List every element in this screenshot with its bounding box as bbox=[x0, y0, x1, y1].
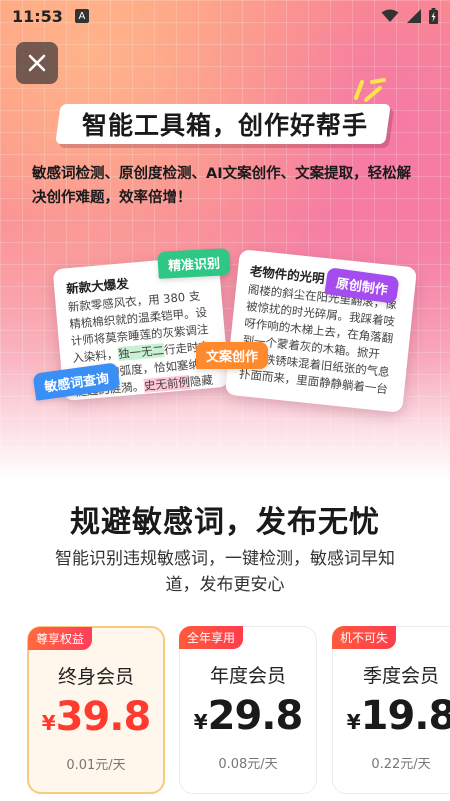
plan-currency: ¥ bbox=[41, 711, 56, 735]
plan-list: 尊享权益 终身会员 ¥39.8 0.01元/天 全年享用 年度会员 ¥29.8 … bbox=[0, 622, 450, 801]
plan-currency: ¥ bbox=[193, 710, 208, 734]
plan-badge: 尊享权益 bbox=[28, 627, 93, 650]
plan-price: ¥29.8 bbox=[180, 693, 316, 739]
wifi-icon bbox=[381, 9, 399, 22]
plan-name: 季度会员 bbox=[362, 665, 439, 687]
plan-price-value: 39.8 bbox=[55, 694, 152, 740]
notification-icon: A bbox=[74, 9, 89, 23]
plan-daily-cost: 0.08元/天 bbox=[218, 757, 278, 772]
section-subtitle: 智能识别违规敏感词，一键检测，敏感词早知道，发布更安心 bbox=[55, 549, 395, 595]
tag-copywriting: 文案创作 bbox=[196, 342, 269, 369]
plan-badge: 机不可失 bbox=[332, 626, 397, 649]
plan-price: ¥19.8 bbox=[333, 693, 450, 739]
sample-card-original: 老物件的光明 阁楼的斜尘在阳光里翻滚，像被惊扰的时光碎屑。我踩着吱呀作响的木梯上… bbox=[224, 249, 418, 413]
status-time: 11:53 bbox=[12, 6, 63, 26]
plan-price-value: 29.8 bbox=[207, 693, 304, 739]
status-icons bbox=[381, 8, 438, 24]
plan-card-lifetime[interactable]: 尊享权益 终身会员 ¥39.8 0.01元/天 bbox=[27, 626, 165, 794]
signal-icon bbox=[407, 9, 421, 23]
sparkle-icon bbox=[354, 78, 386, 102]
tag-precise-recognition: 精准识别 bbox=[157, 248, 231, 279]
highlight-green: 独一无二 bbox=[117, 343, 165, 362]
headline-banner: 智能工具箱，创作好帮手 bbox=[50, 100, 400, 146]
plan-daily-cost: 0.01元/天 bbox=[66, 758, 126, 773]
plan-card-quarterly[interactable]: 机不可失 季度会员 ¥19.8 0.22元/天 bbox=[332, 626, 450, 794]
status-bar: 11:53 A bbox=[0, 0, 450, 32]
plan-price: ¥39.8 bbox=[29, 694, 163, 740]
headline-text: 智能工具箱，创作好帮手 bbox=[81, 111, 368, 140]
section-title: 规避敏感词，发布无忧 bbox=[70, 505, 380, 540]
close-icon bbox=[28, 54, 46, 72]
plan-badge: 全年享用 bbox=[179, 626, 244, 649]
plan-daily-cost: 0.22元/天 bbox=[371, 757, 431, 772]
plan-name: 年度会员 bbox=[209, 665, 286, 687]
plan-price-value: 19.8 bbox=[360, 693, 450, 739]
highlight-pink: 史无前例 bbox=[143, 374, 191, 393]
battery-icon bbox=[429, 8, 438, 24]
plan-currency: ¥ bbox=[346, 710, 361, 734]
plan-card-yearly[interactable]: 全年享用 年度会员 ¥29.8 0.08元/天 bbox=[179, 626, 317, 794]
hero-description: 敏感词检测、原创度检测、AI文案创作、文案提取，轻松解决创作难题，效率倍增！ bbox=[32, 166, 412, 206]
close-button[interactable] bbox=[16, 42, 58, 84]
plan-name: 终身会员 bbox=[57, 666, 134, 688]
